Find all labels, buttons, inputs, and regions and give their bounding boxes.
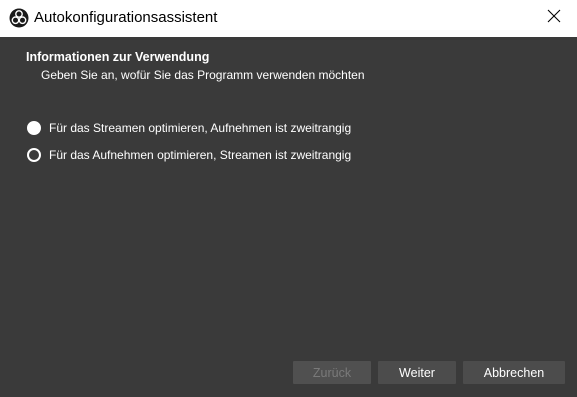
radio-optimize-recording[interactable]: Für das Aufnehmen optimieren, Streamen i… (27, 148, 351, 162)
auto-config-wizard-window: Autokonfigurationsassistent Informatione… (0, 0, 577, 397)
title-bar: Autokonfigurationsassistent (0, 0, 577, 37)
close-icon (547, 9, 561, 28)
close-button[interactable] (531, 0, 577, 37)
page-title: Informationen zur Verwendung (26, 50, 210, 64)
next-button[interactable]: Weiter (378, 361, 456, 384)
obs-logo-icon (9, 8, 29, 28)
page-subtitle: Geben Sie an, wofür Sie das Programm ver… (41, 68, 365, 82)
cancel-button[interactable]: Abbrechen (463, 361, 565, 384)
back-button[interactable]: Zurück (293, 361, 371, 384)
radio-optimize-streaming[interactable]: Für das Streamen optimieren, Aufnehmen i… (27, 121, 351, 135)
radio-button-selected[interactable] (27, 121, 41, 135)
radio-button-unselected[interactable] (27, 148, 41, 162)
radio-label-streaming: Für das Streamen optimieren, Aufnehmen i… (49, 121, 352, 135)
radio-label-recording: Für das Aufnehmen optimieren, Streamen i… (49, 148, 352, 162)
window-title: Autokonfigurationsassistent (34, 9, 218, 26)
